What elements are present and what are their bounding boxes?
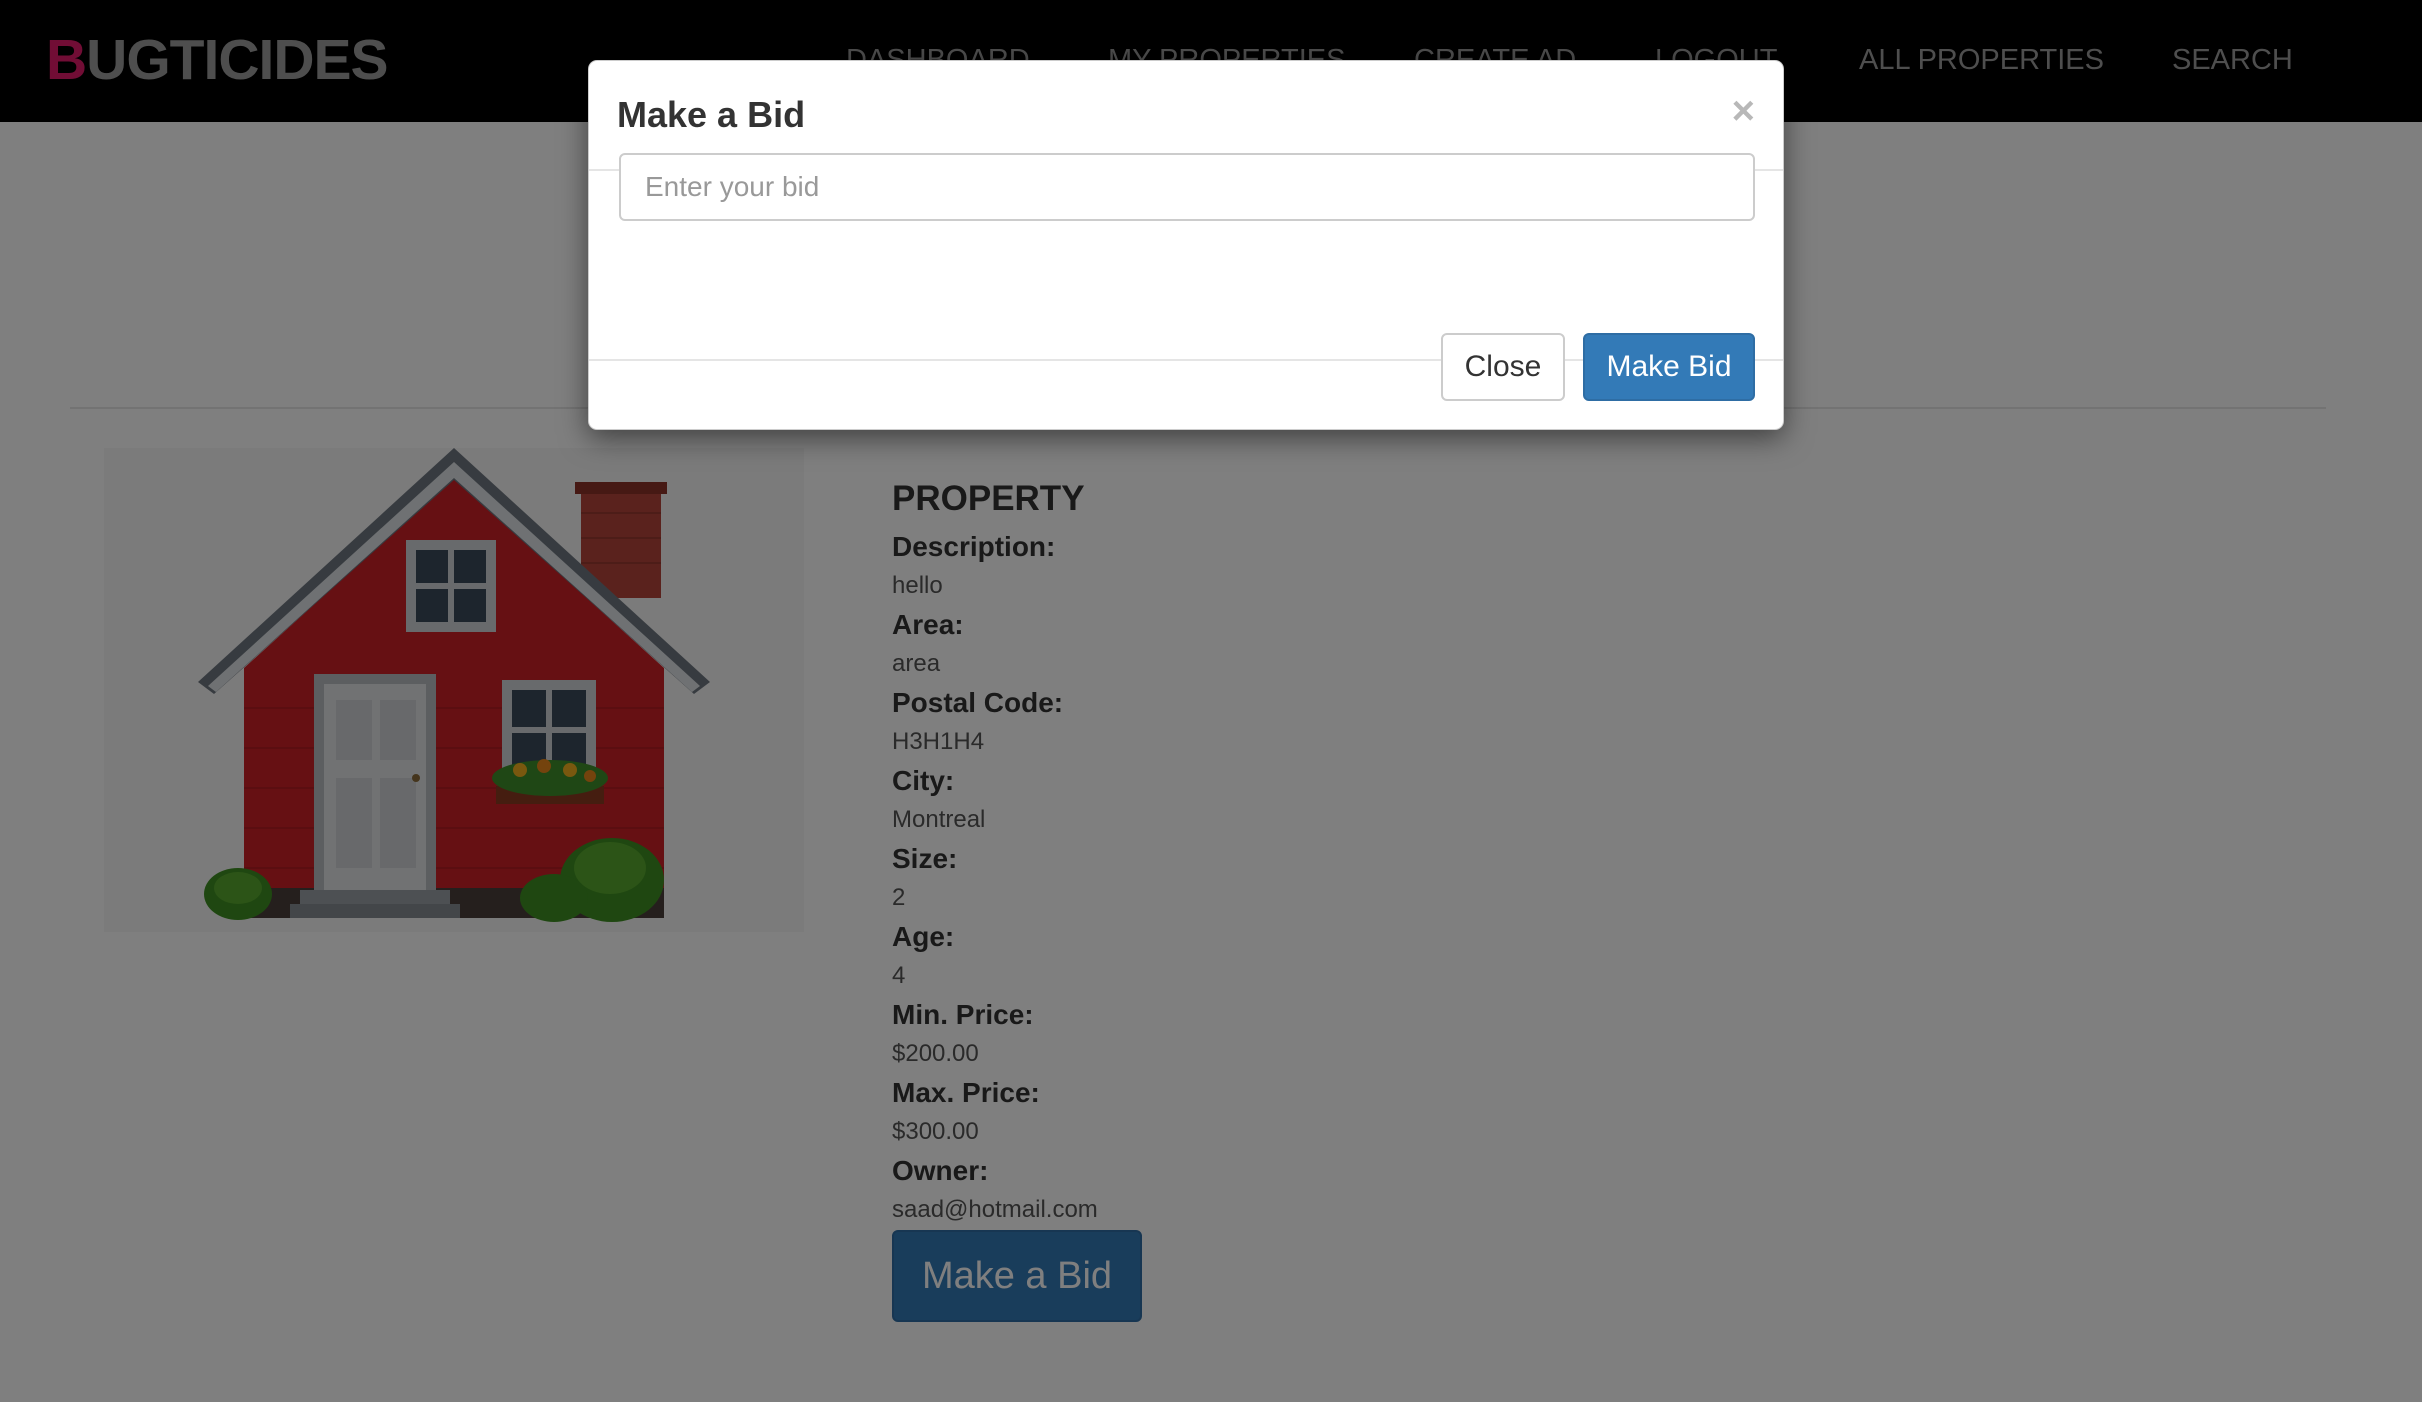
close-icon[interactable]: × [1732,89,1755,133]
modal-title: Make a Bid [617,94,806,135]
make-bid-modal: Make a Bid × Close Make Bid [588,60,1784,430]
bid-input[interactable] [619,153,1755,221]
close-button[interactable]: Close [1441,333,1565,401]
make-bid-button[interactable]: Make Bid [1583,333,1755,401]
